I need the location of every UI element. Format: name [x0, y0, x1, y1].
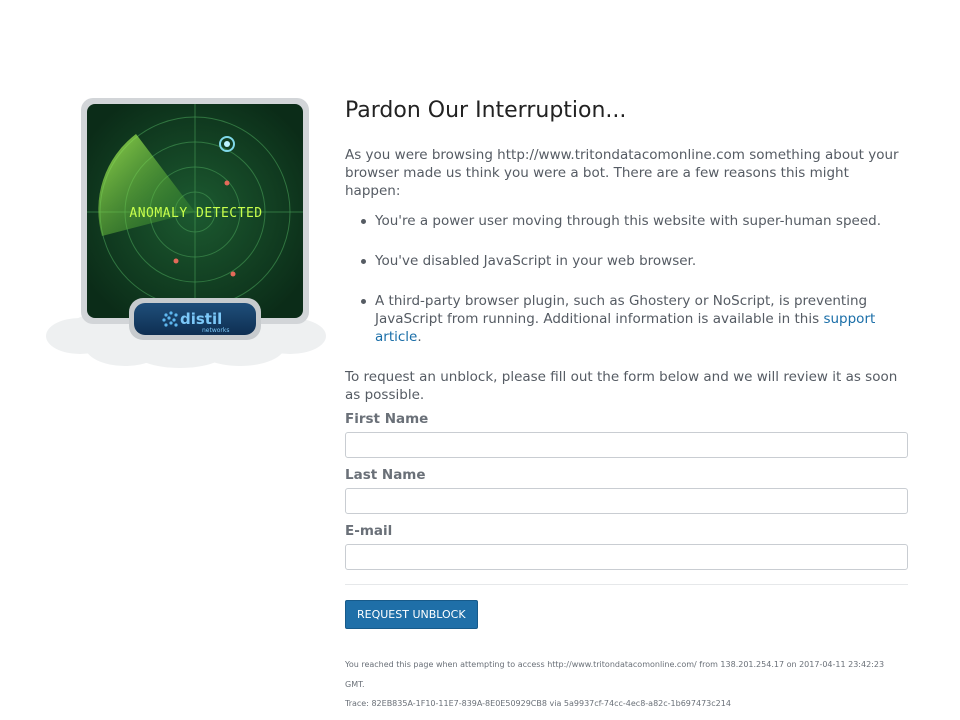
reasons-list: You're a power user moving through this …: [345, 212, 908, 346]
first-name-group: First Name: [345, 411, 908, 458]
request-instructions: To request an unblock, please fill out t…: [345, 369, 898, 403]
last-name-label: Last Name: [345, 467, 426, 483]
reason-text: A third-party browser plugin, such as Gh…: [375, 293, 868, 327]
intro-text: As you were browsing http://www.tritonda…: [345, 147, 899, 199]
reason-item: You've disabled JavaScript in your web b…: [361, 252, 908, 270]
main-content: Pardon Our Interruption... As you were b…: [345, 96, 908, 714]
last-name-input[interactable]: [345, 488, 908, 514]
first-name-label: First Name: [345, 411, 429, 427]
first-name-input[interactable]: [345, 432, 908, 458]
request-unblock-button[interactable]: REQUEST UNBLOCK: [345, 600, 478, 629]
brand-name: distil: [180, 310, 222, 328]
radar-graphic: ANOMALY DETECTED distil networks: [46, 98, 326, 368]
footer-info: You reached this page when attempting to…: [345, 655, 890, 714]
access-details: You reached this page when attempting to…: [345, 660, 885, 689]
radar-alert-text: ANOMALY DETECTED: [129, 206, 262, 221]
anomaly-radar-illustration: ANOMALY DETECTED distil networks: [40, 96, 330, 368]
email-label: E-mail: [345, 523, 393, 539]
email-group: E-mail: [345, 523, 908, 570]
last-name-group: Last Name: [345, 467, 908, 514]
brand-subtitle: networks: [202, 327, 230, 334]
unblock-form: First Name Last Name E-mail REQUEST UNBL…: [345, 411, 908, 629]
page-title: Pardon Our Interruption...: [345, 98, 627, 123]
trace-id: Trace: 82EB835A-1F10-11E7-839A-8E0E50929…: [345, 699, 731, 708]
reason-item: You're a power user moving through this …: [361, 212, 908, 230]
reason-item: A third-party browser plugin, such as Gh…: [361, 292, 908, 346]
form-divider: [345, 584, 908, 585]
reason-text-end: .: [417, 329, 422, 345]
email-input[interactable]: [345, 544, 908, 570]
